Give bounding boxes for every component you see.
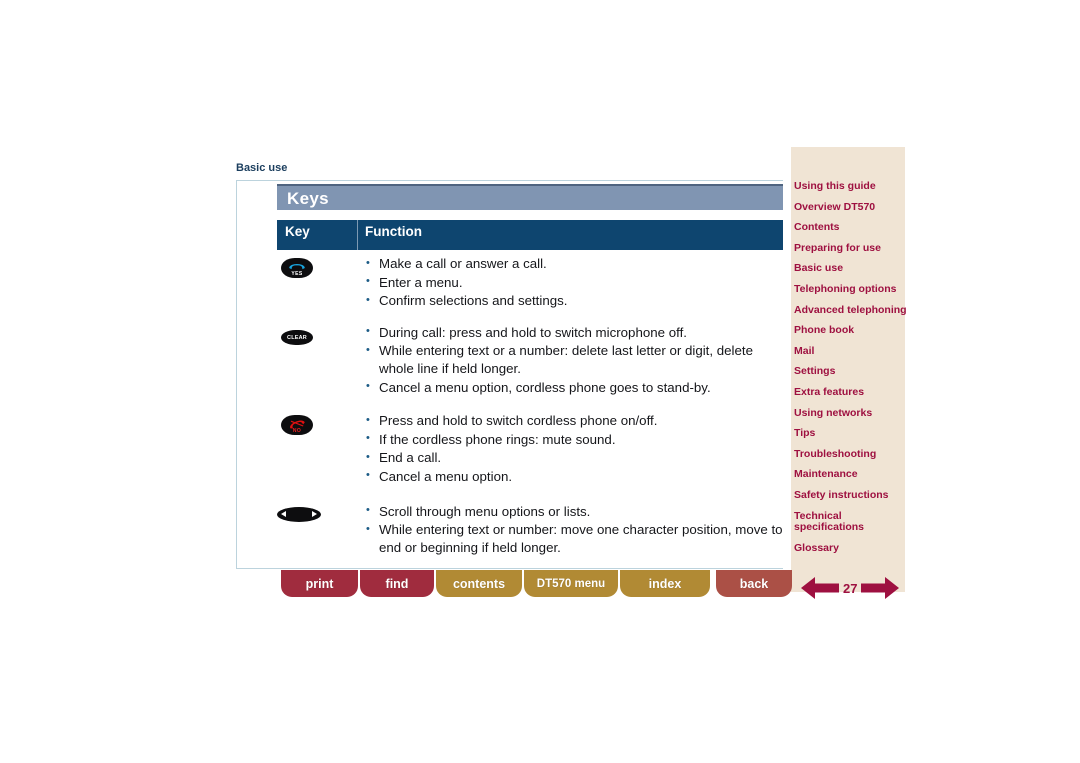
breadcrumb: Basic use: [236, 162, 288, 174]
dt570-menu-button[interactable]: DT570 menu: [524, 570, 618, 597]
page-number: 27: [843, 580, 858, 596]
function-bullet: During call: press and hold to switch mi…: [365, 323, 783, 342]
no-key-label: NO: [292, 427, 302, 434]
sidebar-item-safety-instructions[interactable]: Safety instructions: [794, 489, 906, 501]
arrow-left-icon[interactable]: [800, 574, 840, 602]
function-bullet: Make a call or answer a call.: [365, 255, 783, 273]
clear-key-icon: CLEAR: [281, 327, 313, 347]
table-row: Scroll through menu options or lists. Wh…: [277, 502, 783, 558]
arrow-right-icon[interactable]: [860, 574, 900, 602]
table-row: NO Press and hold to switch cordless pho…: [277, 412, 783, 486]
sidebar-item-tips[interactable]: Tips: [794, 428, 906, 439]
sidebar-item-contents[interactable]: Contents: [794, 222, 906, 233]
column-header-function: Function: [365, 224, 422, 239]
table-row: YES Make a call or answer a call. Enter …: [277, 255, 783, 311]
function-bullet: While entering text or a number: delete …: [365, 342, 783, 377]
keys-table: Key Function YES Make a call or answer a…: [277, 220, 783, 557]
clear-key-label: CLEAR: [287, 335, 307, 342]
table-cell-function: Press and hold to switch cordless phone …: [357, 412, 783, 486]
bottom-toolbar: print find contents DT570 menu index bac…: [281, 570, 794, 597]
scroll-key-icon: [277, 506, 321, 522]
table-cell-function: Scroll through menu options or lists. Wh…: [357, 502, 783, 558]
table-cell-key: [277, 503, 357, 522]
page-navigation: 27: [800, 572, 912, 604]
table-header-row: Key Function: [277, 220, 783, 250]
yes-key-icon: YES: [281, 258, 313, 278]
sidebar-item-settings[interactable]: Settings: [794, 366, 906, 377]
sidebar-item-phone-book[interactable]: Phone book: [794, 325, 906, 336]
sidebar-nav-list: Using this guide Overview DT570 Contents…: [794, 181, 907, 563]
function-bullet: Scroll through menu options or lists.: [365, 502, 783, 521]
sidebar-item-troubleshooting[interactable]: Troubleshooting: [794, 448, 906, 460]
function-bullet: Cancel a menu option.: [365, 467, 783, 486]
yes-key-label: YES: [291, 270, 303, 277]
column-header-key: Key: [285, 224, 310, 239]
table-cell-function: During call: press and hold to switch mi…: [357, 323, 783, 397]
sidebar-item-mail[interactable]: Mail: [794, 345, 906, 357]
arrow-right-icon: [312, 510, 317, 517]
no-key-icon: NO: [281, 415, 313, 436]
function-bullet: While entering text or number: move one …: [365, 521, 783, 556]
function-bullet: End a call.: [365, 449, 783, 467]
function-bullet: Enter a menu.: [365, 273, 783, 292]
sidebar-item-using-networks[interactable]: Using networks: [794, 407, 906, 419]
sidebar-item-telephoning-options[interactable]: Telephoning options: [794, 283, 906, 295]
page-title: Keys: [277, 184, 783, 210]
sidebar-item-maintenance[interactable]: Maintenance: [794, 469, 906, 480]
arrow-left-icon: [281, 510, 286, 517]
sidebar-item-glossary[interactable]: Glossary: [794, 542, 906, 554]
table-cell-key: YES: [277, 255, 357, 278]
function-bullet: Cancel a menu option, cordless phone goe…: [365, 378, 783, 397]
sidebar-item-extra-features[interactable]: Extra features: [794, 386, 906, 398]
sidebar-item-technical-specifications[interactable]: Technical specifications: [794, 510, 906, 534]
table-cell-function: Make a call or answer a call. Enter a me…: [357, 255, 783, 311]
sidebar-item-basic-use[interactable]: Basic use: [794, 263, 906, 274]
table-row: CLEAR During call: press and hold to swi…: [277, 323, 783, 397]
sidebar-item-overview-dt570[interactable]: Overview DT570: [794, 201, 906, 213]
sidebar-item-using-this-guide[interactable]: Using this guide: [794, 181, 906, 192]
table-cell-key: NO: [277, 412, 357, 436]
sidebar-item-advanced-telephoning[interactable]: Advanced telephoning: [794, 304, 907, 316]
index-button[interactable]: index: [620, 570, 710, 597]
function-bullet: Confirm selections and settings.: [365, 292, 783, 310]
page-title-label: Keys: [287, 189, 329, 208]
contents-button[interactable]: contents: [436, 570, 522, 597]
phone-handset-icon: [289, 263, 305, 269]
print-button[interactable]: print: [281, 570, 358, 597]
function-bullet: If the cordless phone rings: mute sound.: [365, 430, 783, 449]
table-cell-key: CLEAR: [277, 324, 357, 347]
sidebar: Using this guide Overview DT570 Contents…: [791, 147, 907, 592]
function-bullet: Press and hold to switch cordless phone …: [365, 412, 783, 430]
back-button[interactable]: back: [716, 570, 792, 597]
sidebar-item-preparing-for-use[interactable]: Preparing for use: [794, 242, 906, 254]
table-header-divider: [357, 220, 358, 250]
find-button[interactable]: find: [360, 570, 434, 597]
content-frame-bottom-rule: [236, 568, 783, 569]
